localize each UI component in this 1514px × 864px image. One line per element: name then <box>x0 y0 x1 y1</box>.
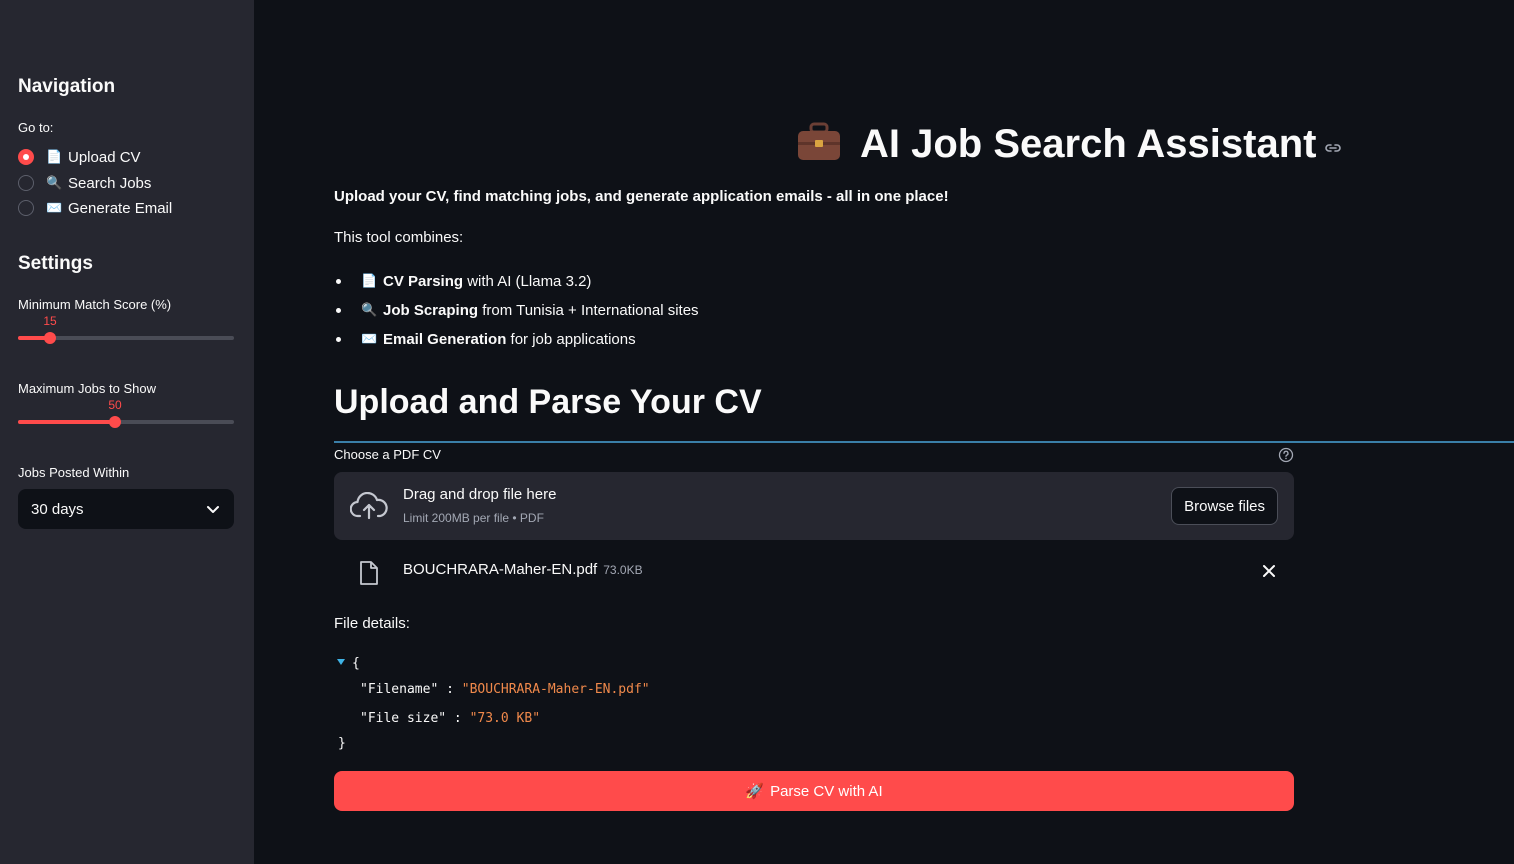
nav-option-upload-cv[interactable]: 📄 Upload CV <box>18 147 141 167</box>
feature-bold: Email Generation <box>383 330 507 348</box>
nav-option-search-jobs[interactable]: 🔍 Search Jobs <box>18 173 151 193</box>
slider-thumb[interactable] <box>109 416 121 428</box>
json-row: "File size" : "73.0 KB" <box>360 711 540 726</box>
document-icon: 📄 <box>361 273 378 288</box>
envelope-icon: ✉️ <box>361 331 378 346</box>
app-title: AI Job Search Assistant <box>860 121 1317 166</box>
file-name: BOUCHRARA-Maher-EN.pdf 73.0KB <box>403 561 643 578</box>
feature-bold: Job Scraping <box>383 301 479 319</box>
radio-selected-icon <box>18 149 34 165</box>
file-size: 73.0KB <box>603 563 643 577</box>
nav-option-generate-email[interactable]: ✉️ Generate Email <box>18 198 172 218</box>
uploader-label: Choose a PDF CV <box>334 447 441 462</box>
select-value: 30 days <box>31 500 84 518</box>
nav-option-label: Upload CV <box>68 148 141 166</box>
close-icon[interactable] <box>1262 564 1276 578</box>
help-icon[interactable] <box>1278 447 1294 463</box>
combines-label: This tool combines: <box>334 229 464 246</box>
chevron-down-icon <box>207 506 219 513</box>
radio-unselected-icon <box>18 200 34 216</box>
json-open-brace: { <box>352 656 360 671</box>
max-jobs-slider[interactable]: 50 <box>18 398 234 432</box>
file-dropzone[interactable]: Drag and drop file here Limit 200MB per … <box>334 472 1294 540</box>
slider-thumb[interactable] <box>44 332 56 344</box>
page-title: AI Job Search Assistant <box>796 118 1342 170</box>
caret-down-icon[interactable] <box>336 658 346 666</box>
parse-button-label: Parse CV with AI <box>770 782 883 800</box>
bullet-icon <box>336 336 341 342</box>
sidebar: Navigation Go to: 📄 Upload CV 🔍 Search J… <box>0 0 254 864</box>
min-match-slider[interactable]: 15 <box>18 314 234 348</box>
json-key: "File size" <box>360 711 447 726</box>
cloud-upload-icon <box>350 492 388 520</box>
parse-cv-button[interactable]: 🚀 Parse CV with AI <box>334 771 1294 811</box>
navigation-heading: Navigation <box>18 76 116 97</box>
radio-unselected-icon <box>18 175 34 191</box>
file-details-label: File details: <box>334 615 410 632</box>
json-key: "Filename" <box>360 682 439 697</box>
slider-value: 50 <box>108 398 122 412</box>
posted-within-select[interactable]: 30 days <box>18 489 234 529</box>
link-icon[interactable] <box>1324 141 1342 155</box>
feature-item: 📄 CV Parsing with AI (Llama 3.2) <box>334 271 591 291</box>
briefcase-icon <box>796 122 842 167</box>
document-icon: 📄 <box>46 149 63 164</box>
magnifier-icon: 🔍 <box>46 175 63 190</box>
json-value: "BOUCHRARA-Maher-EN.pdf" <box>461 682 650 697</box>
slider-fill <box>18 420 115 424</box>
file-name-text: BOUCHRARA-Maher-EN.pdf <box>403 561 598 578</box>
dropzone-instructions: Drag and drop file here <box>403 486 557 503</box>
nav-option-label: Generate Email <box>68 199 173 217</box>
feature-text: for job applications <box>506 330 636 348</box>
feature-text: with AI (Llama 3.2) <box>463 272 592 290</box>
rocket-icon: 🚀 <box>745 783 765 800</box>
json-value: "73.0 KB" <box>469 711 541 726</box>
bullet-icon <box>336 278 341 284</box>
section-heading: Upload and Parse Your CV <box>334 383 762 421</box>
json-sep: : <box>438 682 462 697</box>
max-jobs-label: Maximum Jobs to Show <box>18 381 156 396</box>
json-close-brace: } <box>338 736 346 751</box>
json-sep: : <box>446 711 470 726</box>
goto-label: Go to: <box>18 120 54 135</box>
dropzone-limit: Limit 200MB per file • PDF <box>403 511 544 525</box>
slider-value: 15 <box>43 314 57 328</box>
magnifier-icon: 🔍 <box>361 302 378 317</box>
feature-item: 🔍 Job Scraping from Tunisia + Internatio… <box>334 300 699 320</box>
section-divider <box>334 441 1514 443</box>
nav-option-label: Search Jobs <box>68 174 152 192</box>
min-match-label: Minimum Match Score (%) <box>18 297 172 312</box>
bullet-icon <box>336 307 341 313</box>
browse-files-button[interactable]: Browse files <box>1171 487 1278 525</box>
settings-heading: Settings <box>18 253 93 274</box>
feature-bold: CV Parsing <box>383 272 464 290</box>
json-row: "Filename" : "BOUCHRARA-Maher-EN.pdf" <box>360 682 650 697</box>
feature-item: ✉️ Email Generation for job applications <box>334 329 636 349</box>
file-icon <box>360 561 378 585</box>
uploaded-file: BOUCHRARA-Maher-EN.pdf 73.0KB <box>334 556 1294 588</box>
feature-text: from Tunisia + International sites <box>478 301 699 319</box>
intro-text: Upload your CV, find matching jobs, and … <box>334 188 949 205</box>
posted-within-label: Jobs Posted Within <box>18 465 130 480</box>
envelope-icon: ✉️ <box>46 200 63 215</box>
